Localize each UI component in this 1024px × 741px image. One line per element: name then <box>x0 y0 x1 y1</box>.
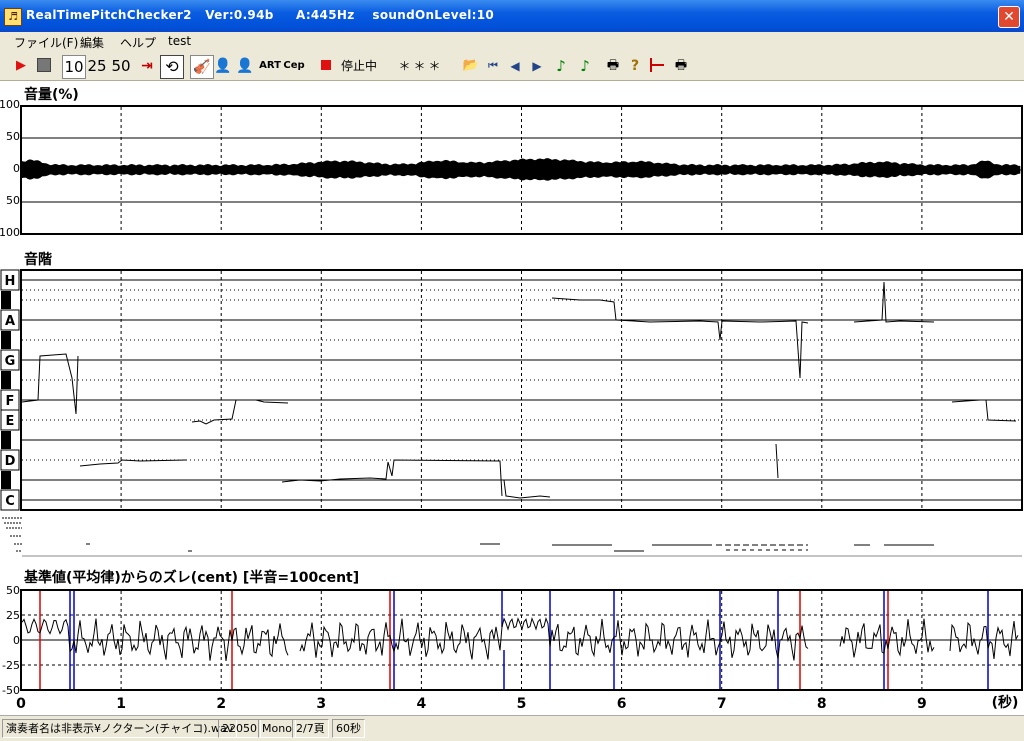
person-black-icon[interactable]: 👤 <box>214 55 232 77</box>
next-page-icon[interactable]: ▶ <box>528 55 546 77</box>
time-axis-unit: (秒) <box>992 694 1019 711</box>
menu-help[interactable]: ヘルプ <box>120 34 156 51</box>
cursor-marker-icon[interactable] <box>648 55 666 77</box>
status-bar: 演奏者名は非表示¥ノクターン(チャイコ).wav 22050 Mono 2/7頁… <box>0 715 1024 741</box>
menu-test[interactable]: test <box>168 34 191 48</box>
volume-y-label: 0 <box>13 162 20 175</box>
app-icon: ♬ <box>4 8 22 26</box>
prev-page-icon[interactable]: ◀ <box>506 55 524 77</box>
stop-button[interactable] <box>34 55 54 77</box>
note-label: H <box>5 274 16 289</box>
analysis-area: 音量(%) 100 50 0 50 100 音階 HAGFEDC 基準値(平均律… <box>0 81 1024 714</box>
note-label: D <box>5 454 16 469</box>
volume-y-label: 50 <box>6 194 20 207</box>
black-key <box>1 431 11 449</box>
close-button[interactable]: ✕ <box>998 6 1020 28</box>
art-button[interactable]: ART <box>259 55 281 77</box>
loop-button[interactable]: ⟲ <box>160 55 184 79</box>
open-folder-icon[interactable]: 📂 <box>462 55 480 77</box>
time-tick-label: 9 <box>917 696 927 712</box>
menu-file[interactable]: ファイル(F) <box>14 34 78 51</box>
volume-y-labels: 100 50 0 50 100 <box>0 98 20 239</box>
black-key <box>1 331 11 349</box>
print-icon[interactable]: 🖶 <box>604 55 622 77</box>
play-button[interactable]: ▶ <box>12 55 30 77</box>
deviation-y-label: 50 <box>6 584 20 597</box>
zoom-10-button[interactable]: 10 <box>62 55 86 79</box>
status-label: 停止中 <box>340 59 377 73</box>
time-tick-label: 6 <box>617 696 627 712</box>
help-icon[interactable]: ? <box>626 55 644 77</box>
time-axis-labels: 0 1 2 3 4 5 6 7 8 9 <box>16 696 927 712</box>
volume-panel-title: 音量(%) <box>24 86 79 103</box>
time-tick-label: 3 <box>316 696 326 712</box>
record-stop-button[interactable] <box>318 55 334 77</box>
status-duration: 60秒 <box>332 719 365 738</box>
time-tick-label: 7 <box>717 696 727 712</box>
deviation-y-label: 0 <box>13 634 20 647</box>
print-preview-icon[interactable]: 🖶 <box>672 55 690 77</box>
note-label: E <box>6 414 15 429</box>
deviation-y-labels: 50250-25-50 <box>2 584 20 697</box>
time-tick-label: 4 <box>417 696 427 712</box>
note-label: G <box>5 354 16 369</box>
scale-panel <box>20 269 1023 511</box>
note-label: C <box>5 494 15 509</box>
keyboard-keys: H A G FE D C <box>0 269 20 511</box>
cep-button[interactable]: Cep <box>283 55 305 77</box>
record-stop-icon <box>321 60 331 70</box>
violin-icon[interactable]: 🎻 <box>190 55 214 79</box>
secondary-note-display <box>2 517 1022 557</box>
jump-end-button[interactable]: ⇥ <box>138 55 156 77</box>
first-page-icon[interactable]: ⏮ <box>484 55 502 77</box>
note-label: A <box>5 314 15 329</box>
note-green-icon[interactable]: ♪ <box>552 55 570 77</box>
stop-icon <box>37 58 51 72</box>
deviation-y-label: -25 <box>2 659 20 672</box>
time-tick-label: 2 <box>216 696 226 712</box>
window-title: RealTimePitchChecker2 Ver:0.94b A:445Hz … <box>26 8 495 22</box>
black-key <box>1 291 11 309</box>
volume-y-label: 100 <box>0 226 20 239</box>
menu-bar: ファイル(F) 編集 ヘルプ test <box>0 32 1024 52</box>
time-tick-label: 8 <box>817 696 827 712</box>
time-tick-label: 5 <box>517 696 527 712</box>
status-rate: 22050 <box>218 719 261 738</box>
deviation-y-label: 25 <box>6 609 20 622</box>
deviation-panel-title: 基準値(平均律)からのズレ(cent) [半音=100cent] <box>24 569 359 586</box>
status-channels: Mono <box>258 719 296 738</box>
zoom-50-button[interactable]: 50 <box>110 55 132 77</box>
title-bar: ♬ RealTimePitchChecker2 Ver:0.94b A:445H… <box>0 0 1024 32</box>
time-tick-label: 1 <box>116 696 126 712</box>
black-key <box>1 471 11 489</box>
black-key <box>1 371 11 389</box>
menu-edit[interactable]: 編集 <box>80 34 104 51</box>
volume-y-label: 100 <box>0 98 20 111</box>
zoom-25-button[interactable]: 25 <box>86 55 108 77</box>
note-label: F <box>6 394 15 409</box>
analysis-plot: 音量(%) 10050050100 音階 HAGFEDC 基準値(平均律)からの… <box>0 86 1023 712</box>
note-display: ＊＊＊ <box>398 59 444 73</box>
volume-y-label: 50 <box>6 130 20 143</box>
scale-panel-title: 音階 <box>24 251 52 268</box>
toolbar: ▶ 10 25 50 ⇥ ⟲ 🎻 👤 👤 ART Cep 停止中 ＊＊＊ 📂 ⏮… <box>0 52 1024 81</box>
person-red-icon[interactable]: 👤 <box>236 55 254 77</box>
note-outline-icon[interactable]: ♪ <box>576 55 594 77</box>
status-file: 演奏者名は非表示¥ノクターン(チャイコ).wav <box>2 719 238 738</box>
time-tick-label: 0 <box>16 696 26 712</box>
status-page: 2/7頁 <box>292 719 329 738</box>
